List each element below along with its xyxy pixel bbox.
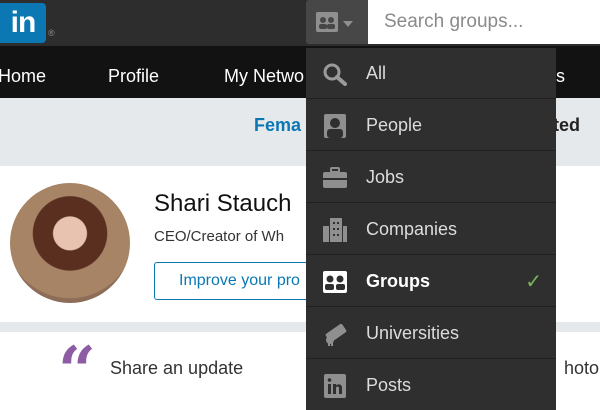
menu-item-label: Groups — [366, 271, 431, 291]
menu-item-label: All — [366, 63, 387, 83]
profile-name[interactable]: Shari Stauch — [154, 190, 291, 218]
briefcase-icon — [323, 167, 347, 188]
upload-photo-label[interactable]: hoto — [564, 358, 599, 379]
person-icon — [324, 114, 346, 138]
search-type-menu: All People Jobs Companies Groups ✓ Unive… — [306, 48, 556, 410]
nav-my-network[interactable]: My Netwo — [224, 46, 304, 98]
quote-icon: “ — [58, 332, 96, 410]
menu-item-all[interactable]: All — [306, 48, 556, 99]
avatar[interactable] — [10, 183, 130, 303]
search-input[interactable] — [368, 0, 600, 44]
building-icon — [323, 218, 347, 242]
chevron-down-icon — [343, 21, 353, 27]
top-bar: in ® — [0, 0, 600, 46]
linkedin-icon — [324, 374, 346, 398]
checkmark-icon: ✓ — [525, 271, 542, 293]
menu-item-label: Jobs — [366, 167, 405, 187]
menu-item-label: Universities — [366, 323, 460, 343]
menu-item-people[interactable]: People — [306, 100, 556, 151]
nav-home[interactable]: Home — [0, 46, 46, 98]
search-type-selector[interactable] — [306, 0, 368, 44]
nav-profile[interactable]: Profile — [108, 46, 159, 98]
groups-icon — [316, 12, 338, 32]
menu-item-companies[interactable]: Companies — [306, 204, 556, 255]
groups-icon — [323, 271, 347, 293]
nav-interests[interactable]: s — [556, 46, 565, 98]
menu-item-universities[interactable]: Universities — [306, 308, 556, 359]
menu-item-groups[interactable]: Groups ✓ — [306, 256, 556, 307]
linkedin-logo[interactable]: in — [0, 3, 46, 43]
menu-item-label: Posts — [366, 375, 412, 395]
profile-headline: CEO/Creator of Wh — [154, 228, 285, 245]
menu-item-posts[interactable]: Posts — [306, 360, 556, 410]
banner-link[interactable]: Fema — [254, 115, 301, 136]
diploma-icon — [325, 323, 347, 346]
share-update-label[interactable]: Share an update — [110, 358, 243, 379]
search-icon — [323, 63, 347, 86]
menu-item-label: People — [366, 115, 423, 135]
registered-mark: ® — [48, 28, 55, 38]
menu-item-label: Companies — [366, 219, 458, 239]
menu-item-jobs[interactable]: Jobs — [306, 152, 556, 203]
